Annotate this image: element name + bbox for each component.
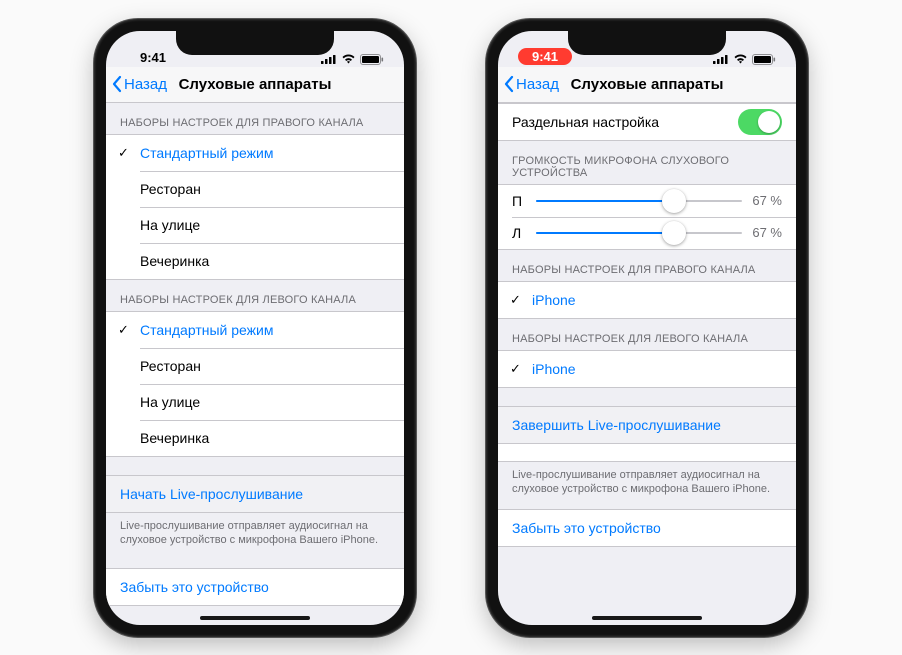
- preset-label: iPhone: [532, 361, 576, 377]
- forget-label: Забыть это устройство: [120, 579, 269, 595]
- preset-label: Вечеринка: [140, 253, 209, 269]
- preset-restaurant-right[interactable]: Ресторан: [106, 171, 404, 207]
- preset-label: Вечеринка: [140, 430, 209, 446]
- preset-label: iPhone: [532, 292, 576, 308]
- section-right: НАБОРЫ НАСТРОЕК ДЛЯ ПРАВОГО КАНАЛА: [498, 250, 796, 281]
- back-label: Назад: [516, 76, 559, 93]
- content: НАБОРЫ НАСТРОЕК ДЛЯ ПРАВОГО КАНАЛА ✓ Стан…: [106, 103, 404, 607]
- phone-right: 9:41 Назад Слуховые аппараты Раздельная …: [486, 19, 808, 637]
- content: Раздельная настройка ГРОМКОСТЬ МИКРОФОНА…: [498, 103, 796, 548]
- notch: [568, 31, 726, 55]
- cellular-icon: [713, 54, 729, 64]
- preset-label: Стандартный режим: [140, 145, 273, 161]
- slider-r-thumb[interactable]: [662, 189, 686, 213]
- mic-sliders: П 67 % Л 67 %: [498, 184, 796, 250]
- back-button[interactable]: Назад: [112, 75, 167, 93]
- preset-outdoor-right[interactable]: На улице: [106, 207, 404, 243]
- separate-adjust-row[interactable]: Раздельная настройка: [498, 104, 796, 140]
- mic-volume-header: ГРОМКОСТЬ МИКРОФОНА СЛУХОВОГО УСТРОЙСТВА: [498, 141, 796, 184]
- notch: [176, 31, 334, 55]
- blank-cell: [498, 444, 796, 462]
- forget-group: Забыть это устройство: [498, 509, 796, 547]
- nav-bar: Назад Слуховые аппараты: [106, 67, 404, 103]
- status-time-recording[interactable]: 9:41: [518, 48, 572, 65]
- slider-right[interactable]: П 67 %: [498, 185, 796, 217]
- battery-icon: [752, 54, 776, 65]
- preset-party-left[interactable]: Вечеринка: [106, 420, 404, 456]
- section-left: НАБОРЫ НАСТРОЕК ДЛЯ ЛЕВОГО КАНАЛА: [106, 280, 404, 311]
- checkmark-icon: ✓: [510, 292, 521, 308]
- home-indicator: [200, 616, 310, 620]
- status-icons: [321, 54, 384, 65]
- preset-label: На улице: [140, 394, 200, 410]
- preset-outdoor-left[interactable]: На улице: [106, 384, 404, 420]
- live-listen-footer: Live-прослушивание отправляет аудиосигна…: [498, 462, 796, 500]
- preset-label: Ресторан: [140, 358, 201, 374]
- separate-group: Раздельная настройка: [498, 103, 796, 141]
- slider-l-track[interactable]: [536, 232, 742, 234]
- preset-standard-left[interactable]: ✓ Стандартный режим: [106, 312, 404, 348]
- status-icons: [713, 54, 776, 65]
- slider-l-label: Л: [512, 225, 526, 241]
- checkmark-icon: ✓: [118, 145, 129, 161]
- slider-r-track[interactable]: [536, 200, 742, 202]
- preset-label: Ресторан: [140, 181, 201, 197]
- slider-r-value: 67 %: [752, 193, 782, 208]
- forget-device-button[interactable]: Забыть это устройство: [498, 510, 796, 546]
- end-live-listen-button[interactable]: Завершить Live-прослушивание: [498, 407, 796, 443]
- separate-switch[interactable]: [738, 109, 782, 135]
- slider-r-label: П: [512, 193, 526, 209]
- checkmark-icon: ✓: [118, 322, 129, 338]
- cellular-icon: [321, 54, 337, 64]
- right-presets: ✓ Стандартный режим Ресторан На улице Веч…: [106, 134, 404, 280]
- live-listen-group: Начать Live-прослушивание: [106, 475, 404, 513]
- slider-r-fill: [536, 200, 674, 202]
- start-live-listen-button[interactable]: Начать Live-прослушивание: [106, 476, 404, 512]
- preset-standard-right[interactable]: ✓ Стандартный режим: [106, 135, 404, 171]
- preset-iphone-left[interactable]: ✓ iPhone: [498, 351, 796, 387]
- checkmark-icon: ✓: [510, 361, 521, 377]
- status-time: 9:41: [126, 50, 180, 65]
- preset-iphone-right[interactable]: ✓ iPhone: [498, 282, 796, 318]
- screen: 9:41 Назад Слуховые аппараты НАБОРЫ НАСТ…: [106, 31, 404, 625]
- slider-l-fill: [536, 232, 674, 234]
- home-indicator: [592, 616, 702, 620]
- forget-group: Забыть это устройство: [106, 568, 404, 606]
- nav-bar: Назад Слуховые аппараты: [498, 67, 796, 103]
- phone-left: 9:41 Назад Слуховые аппараты НАБОРЫ НАСТ…: [94, 19, 416, 637]
- wifi-icon: [733, 54, 748, 64]
- forget-label: Забыть это устройство: [512, 520, 661, 536]
- right-phone-presets-r: ✓ iPhone: [498, 281, 796, 319]
- end-live-label: Завершить Live-прослушивание: [512, 417, 721, 433]
- preset-party-right[interactable]: Вечеринка: [106, 243, 404, 279]
- left-presets: ✓ Стандартный режим Ресторан На улице Веч…: [106, 311, 404, 457]
- start-live-label: Начать Live-прослушивание: [120, 486, 303, 502]
- slider-left[interactable]: Л 67 %: [498, 217, 796, 249]
- back-button[interactable]: Назад: [504, 75, 559, 93]
- separate-label: Раздельная настройка: [512, 114, 659, 130]
- slider-l-thumb[interactable]: [662, 221, 686, 245]
- chevron-left-icon: [112, 75, 122, 93]
- preset-label: На улице: [140, 217, 200, 233]
- chevron-left-icon: [504, 75, 514, 93]
- live-listen-footer: Live-прослушивание отправляет аудиосигна…: [106, 513, 404, 551]
- preset-restaurant-left[interactable]: Ресторан: [106, 348, 404, 384]
- section-left: НАБОРЫ НАСТРОЕК ДЛЯ ЛЕВОГО КАНАЛА: [498, 319, 796, 350]
- right-phone-presets-l: ✓ iPhone: [498, 350, 796, 388]
- section-right: НАБОРЫ НАСТРОЕК ДЛЯ ПРАВОГО КАНАЛА: [106, 103, 404, 134]
- preset-label: Стандартный режим: [140, 322, 273, 338]
- screen: 9:41 Назад Слуховые аппараты Раздельная …: [498, 31, 796, 625]
- back-label: Назад: [124, 76, 167, 93]
- wifi-icon: [341, 54, 356, 64]
- slider-l-value: 67 %: [752, 225, 782, 240]
- live-listen-group: Завершить Live-прослушивание: [498, 406, 796, 444]
- battery-icon: [360, 54, 384, 65]
- forget-device-button[interactable]: Забыть это устройство: [106, 569, 404, 605]
